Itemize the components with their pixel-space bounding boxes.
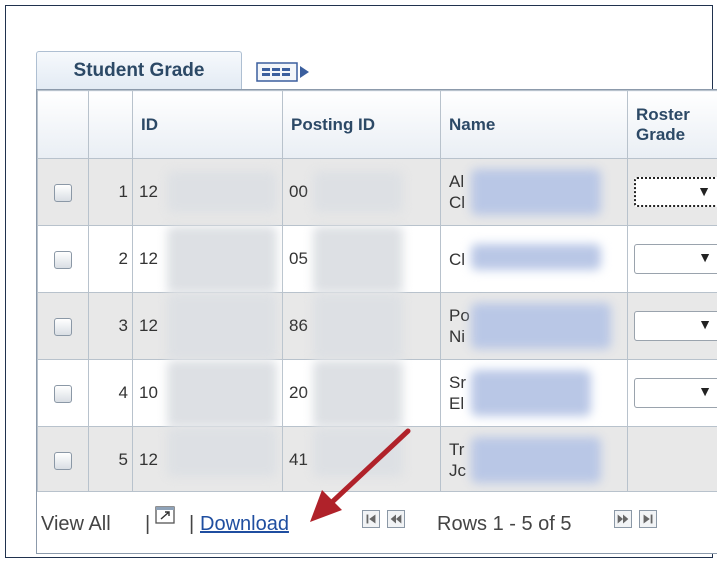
roster-grade-select[interactable]: ▼ (634, 177, 717, 207)
row-checkbox[interactable] (54, 384, 72, 403)
separator: | (189, 513, 195, 535)
student-id: 12 (139, 316, 158, 335)
redacted-id (167, 427, 277, 477)
col-id-header[interactable]: ID (132, 90, 283, 159)
student-id: 12 (139, 249, 158, 268)
redacted-name (471, 437, 601, 483)
row-checkbox[interactable] (54, 183, 72, 202)
roster-grade-select[interactable]: ▼ (634, 244, 717, 274)
next-page-icon[interactable] (614, 510, 632, 528)
redacted-name (471, 169, 601, 215)
student-id: 10 (139, 383, 158, 402)
table-row: 1 12 00 Al Cl ▼ (37, 158, 717, 226)
redacted-posting-id (313, 226, 403, 293)
tab-label: Student Grade (73, 59, 205, 81)
col-posting-id-header[interactable]: Posting ID (282, 90, 441, 159)
chevron-down-icon: ▼ (698, 383, 712, 399)
col-rownum-header (88, 90, 133, 159)
separator: | (145, 513, 151, 535)
redacted-id (167, 293, 277, 360)
redacted-name (471, 370, 591, 416)
redacted-id (167, 226, 277, 293)
grid-view-icon[interactable] (256, 61, 310, 83)
posting-id: 05 (289, 249, 308, 268)
row-number: 1 (88, 158, 133, 226)
redacted-name (471, 303, 611, 349)
row-checkbox[interactable] (54, 451, 72, 470)
redacted-posting-id (313, 293, 403, 360)
rows-count: Rows 1 - 5 of 5 (437, 513, 572, 535)
redacted-id (167, 171, 277, 213)
page-frame: Student Grade ID Posting ID Name Roster … (5, 5, 717, 558)
roster-header-line1: Roster (636, 104, 690, 124)
student-id: 12 (139, 450, 158, 469)
roster-grade-select[interactable]: ▼ (634, 311, 717, 341)
chevron-down-icon: ▼ (698, 249, 712, 265)
row-number: 3 (88, 292, 133, 360)
row-number: 4 (88, 359, 133, 427)
redacted-posting-id (313, 171, 403, 213)
student-id: 12 (139, 182, 158, 201)
col-select-header (37, 90, 89, 159)
last-page-icon[interactable] (639, 510, 657, 528)
zoom-window-icon[interactable] (155, 506, 175, 524)
posting-id: 86 (289, 316, 308, 335)
roster-grade-select[interactable]: ▼ (634, 378, 717, 408)
table-header-row: ID Posting ID Name Roster Grade (37, 90, 717, 159)
roster-header-line2: Grade (636, 124, 686, 144)
col-name-header[interactable]: Name (440, 90, 628, 159)
table-row: 2 12 05 Cl ▼ (37, 225, 717, 293)
table-row: 4 10 20 Sr El ▼ (37, 359, 717, 427)
col-roster-grade-header[interactable]: Roster Grade (627, 90, 717, 159)
posting-id: 00 (289, 182, 308, 201)
view-all-link[interactable]: View All (41, 513, 111, 536)
redacted-name (471, 244, 601, 270)
redacted-posting-id (313, 360, 403, 427)
annotation-arrow (310, 428, 411, 522)
table-row: 3 12 86 Po Ni ▼ (37, 292, 717, 360)
row-checkbox[interactable] (54, 250, 72, 269)
row-checkbox[interactable] (54, 317, 72, 336)
redacted-id (167, 360, 277, 427)
tab-student-grade[interactable]: Student Grade (36, 51, 242, 89)
chevron-down-icon: ▼ (697, 183, 711, 199)
row-number: 2 (88, 225, 133, 293)
download-link[interactable]: Download (200, 513, 289, 536)
posting-id: 20 (289, 383, 308, 402)
row-number: 5 (88, 426, 133, 494)
chevron-down-icon: ▼ (698, 316, 712, 332)
